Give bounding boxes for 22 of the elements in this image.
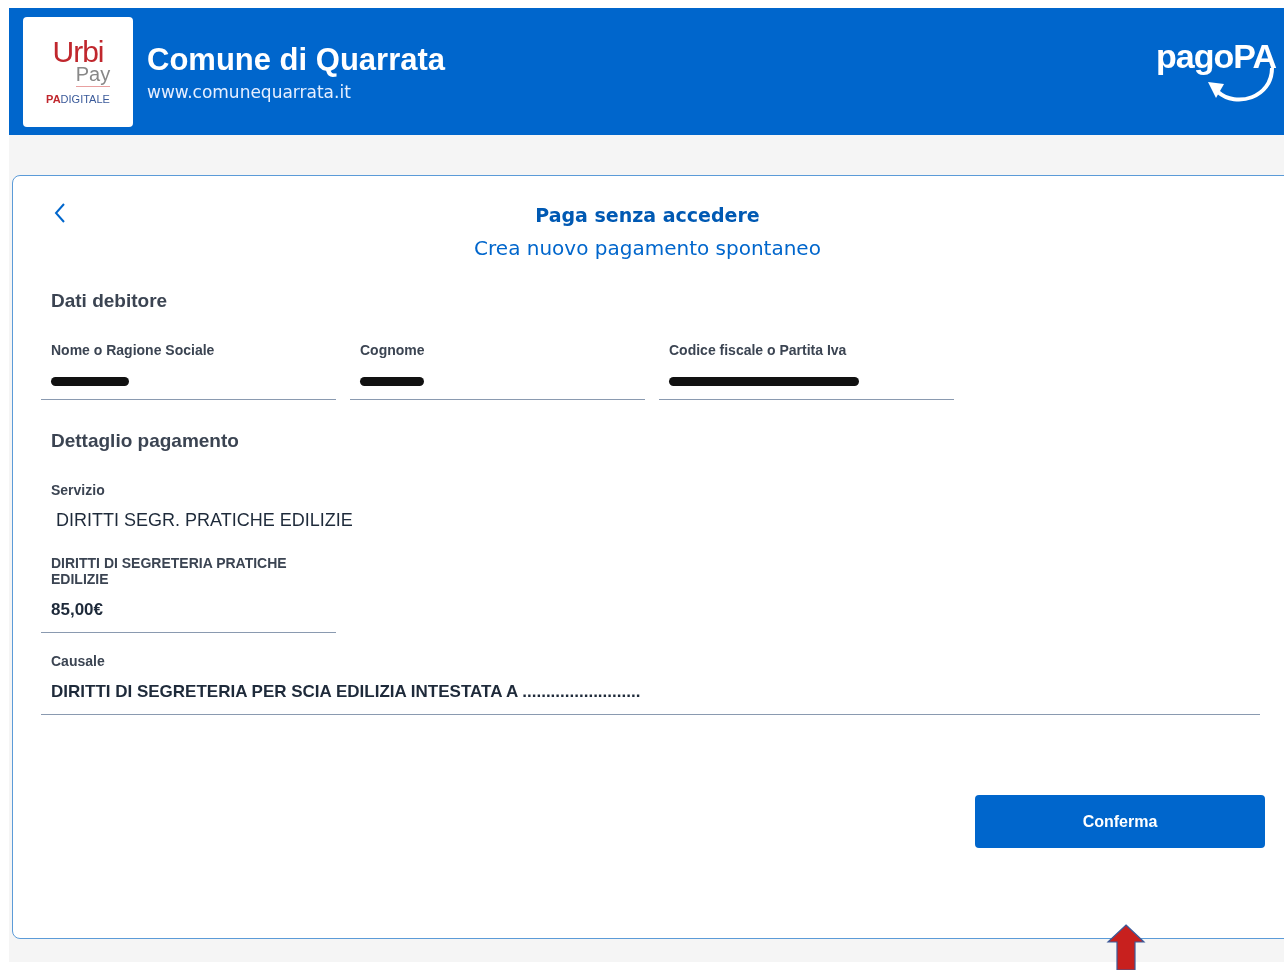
- field-label: Servizio: [50, 482, 106, 498]
- page-subtitle: Crea nuovo pagamento spontaneo: [473, 236, 822, 260]
- field-label: DIRITTI DI SEGRETERIA PRATICHE EDILIZIE: [50, 555, 288, 587]
- field-label: Causale: [50, 653, 106, 669]
- logo-brand-text: Urbi: [52, 38, 104, 65]
- arrow-icon: [1106, 924, 1146, 970]
- logo-tagline: PADIGITALE: [46, 92, 110, 105]
- logo-sub-text: Pay: [75, 64, 111, 87]
- section-heading: Dati debitore: [51, 290, 169, 312]
- section-heading: Dettaglio pagamento: [51, 430, 240, 452]
- website-link[interactable]: www.comunequarrata.it: [147, 81, 1157, 102]
- confirm-button[interactable]: Conferma: [975, 795, 1265, 848]
- page-title: Paga senza accedere: [534, 204, 761, 226]
- input-field[interactable]: DIRITTI DI SEGRETERIA PER SCIA EDILIZIA INTESTATA A .........................: [41, 669, 1260, 715]
- site-title: Comune di Quarrata: [147, 41, 447, 78]
- back-button[interactable]: [53, 202, 67, 224]
- field-label: Cognome: [359, 342, 426, 358]
- field-label: Codice fiscale o Partita Iva: [668, 342, 848, 358]
- field-value: DIRITTI SEGR. PRATICHE EDILIZIE: [55, 509, 354, 531]
- pagopa-logo: pagoPA: [1156, 35, 1276, 108]
- input-field[interactable]: 85,00€: [41, 587, 336, 633]
- field-label: Nome o Ragione Sociale: [50, 342, 216, 358]
